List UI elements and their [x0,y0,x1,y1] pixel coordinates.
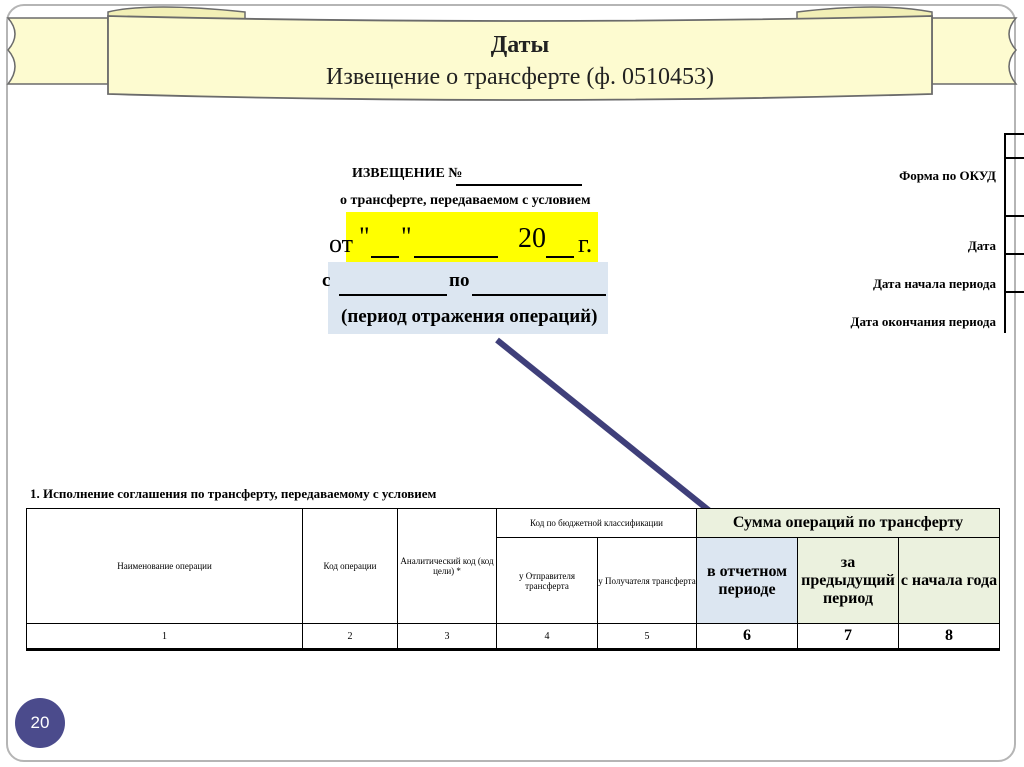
th-year-start: с начала года [898,537,1000,624]
col-number: 6 [696,623,798,651]
table-title: 1. Исполнение соглашения по трансферту, … [30,486,437,501]
col-number: 5 [597,623,697,651]
th-operation-code: Код операции [302,508,398,624]
col-number: 1 [26,623,303,651]
pointer-arrow [495,337,757,549]
th-previous: за предыдущий период [797,537,899,624]
th-operation-name: Наименование операции [26,508,303,624]
th-receiver: у Получателя трансферта [597,537,697,624]
page-number-badge: 20 [15,698,65,748]
th-sender: у Отправителя трансферта [496,537,598,624]
col-number: 8 [898,623,1000,651]
th-sum: Сумма операций по трансферту [696,508,1000,538]
th-analytic-code: Аналитический код (код цели) * [397,508,497,624]
th-budget-class: Код по бюджетной классификации [496,508,697,538]
col-number: 3 [397,623,497,651]
th-reporting: в отчетном периоде [696,537,798,624]
col-number: 7 [797,623,899,651]
transfer-table: Наименование операции Код операции Анали… [26,508,1000,651]
col-number: 4 [496,623,598,651]
col-number: 2 [302,623,398,651]
